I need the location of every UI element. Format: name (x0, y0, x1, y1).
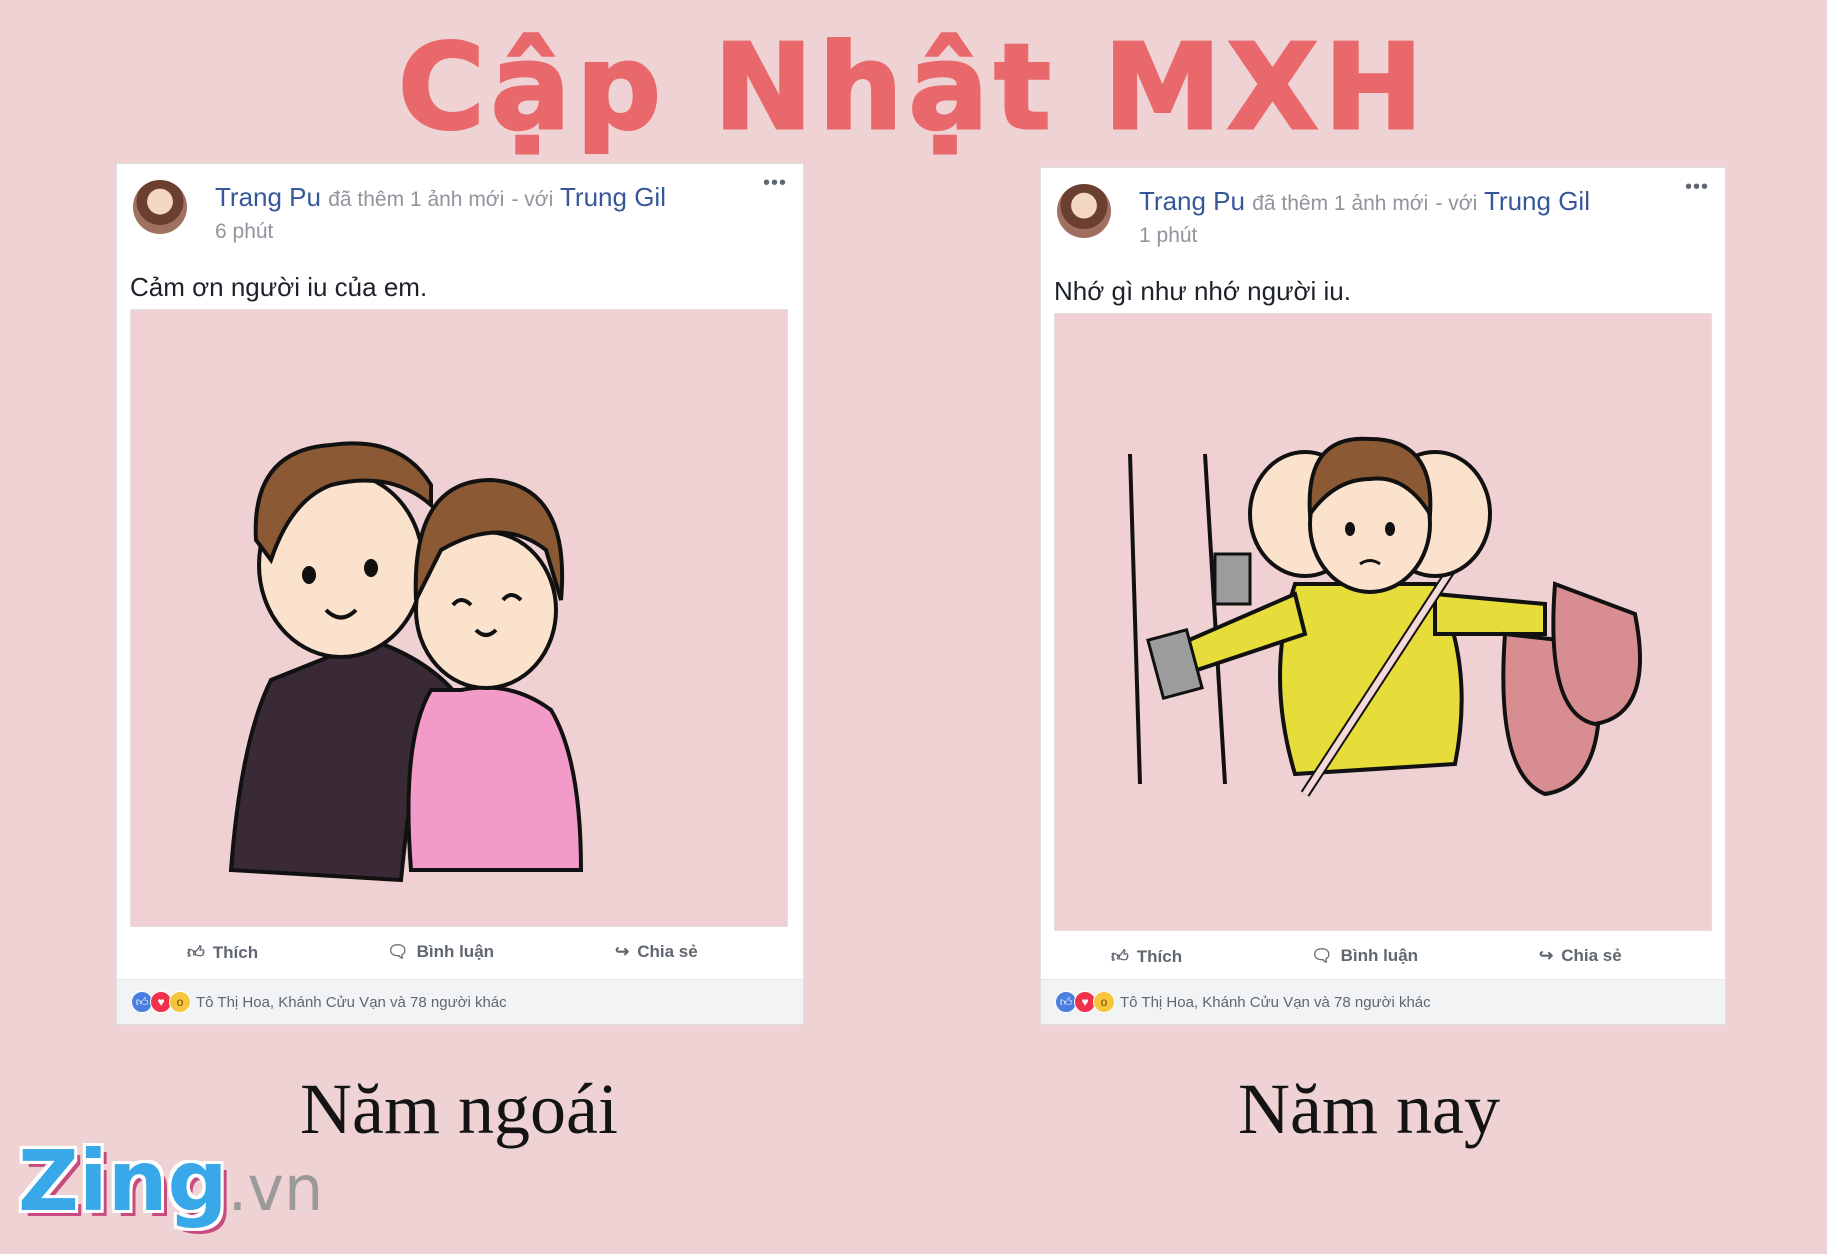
with-text: - với (1435, 192, 1478, 215)
reaction-icons: 👍︎ ♥ o (131, 991, 191, 1013)
post-header: Trang Pu đã thêm 1 ảnh mới - với Trung G… (215, 182, 666, 213)
like-button[interactable]: 👍︎ Thích (187, 942, 258, 963)
post-actions-bar: 👍︎ Thích 🗨︎ Bình luận ↪ Chia sẻ (1041, 940, 1725, 984)
reactions-summary[interactable]: 👍︎ ♥ o Tô Thị Hoa, Khánh Cửu Vạn và 78 n… (117, 979, 803, 1024)
tagged-friend-link[interactable]: Trung Gil (560, 182, 666, 212)
tagged-friend-link[interactable]: Trung Gil (1484, 186, 1590, 216)
comment-button[interactable]: 🗨︎ Bình luận (387, 942, 494, 962)
reaction-icons: 👍︎ ♥ o (1055, 991, 1115, 1013)
reactions-text: Tô Thị Hoa, Khánh Cửu Vạn và 78 người kh… (1120, 993, 1431, 1011)
author-avatar[interactable] (1057, 184, 1111, 238)
post-action-text: đã thêm 1 ảnh mới (328, 188, 505, 211)
like-button[interactable]: 👍︎ Thích (1111, 946, 1182, 967)
post-caption: Cảm ơn người iu của em. (130, 272, 428, 302)
author-name-link[interactable]: Trang Pu (1139, 186, 1245, 216)
more-dots-icon[interactable]: ••• (1685, 176, 1709, 199)
post-timestamp[interactable]: 6 phút (215, 220, 273, 244)
reactions-summary[interactable]: 👍︎ ♥ o Tô Thị Hoa, Khánh Cửu Vạn và 78 n… (1041, 979, 1725, 1024)
share-icon: ↪ (615, 942, 630, 961)
label-this-year: Năm nay (1238, 1069, 1500, 1149)
share-icon: ↪ (1539, 946, 1554, 965)
post-header: Trang Pu đã thêm 1 ảnh mới - với Trung G… (1139, 186, 1590, 217)
post-action-text: đã thêm 1 ảnh mới (1252, 192, 1429, 215)
more-dots-icon[interactable]: ••• (763, 172, 787, 195)
post-caption: Nhớ gì như nhớ người iu. (1054, 276, 1351, 306)
busy-girl-illustration (1128, 436, 1642, 797)
post-photo[interactable] (130, 309, 788, 927)
author-avatar[interactable] (133, 180, 187, 234)
wow-reaction-icon: o (1093, 991, 1115, 1013)
reactions-text: Tô Thị Hoa, Khánh Cửu Vạn và 78 người kh… (196, 993, 507, 1011)
wow-reaction-icon: o (169, 991, 191, 1013)
zing-logo: Zing.vn (18, 1132, 324, 1230)
share-button[interactable]: ↪ Chia sẻ (615, 942, 698, 962)
share-button[interactable]: ↪ Chia sẻ (1539, 946, 1622, 966)
with-text: - với (511, 188, 554, 211)
thumbs-up-icon: 👍︎ (1111, 947, 1129, 966)
post-card-last-year: Trang Pu đã thêm 1 ảnh mới - với Trung G… (116, 163, 804, 1025)
page-title: Cập Nhật MXH (397, 17, 1429, 158)
comment-button[interactable]: 🗨︎ Bình luận (1311, 946, 1418, 966)
comment-icon: 🗨︎ (387, 942, 409, 961)
post-card-this-year: Trang Pu đã thêm 1 ảnh mới - với Trung G… (1040, 167, 1726, 1025)
thumbs-up-icon: 👍︎ (187, 943, 205, 962)
comment-icon: 🗨︎ (1311, 946, 1333, 965)
post-photo[interactable] (1054, 313, 1712, 931)
author-name-link[interactable]: Trang Pu (215, 182, 321, 212)
post-actions-bar: 👍︎ Thích 🗨︎ Bình luận ↪ Chia sẻ (117, 936, 803, 980)
post-timestamp[interactable]: 1 phút (1139, 224, 1197, 248)
couple-illustration (228, 441, 584, 883)
